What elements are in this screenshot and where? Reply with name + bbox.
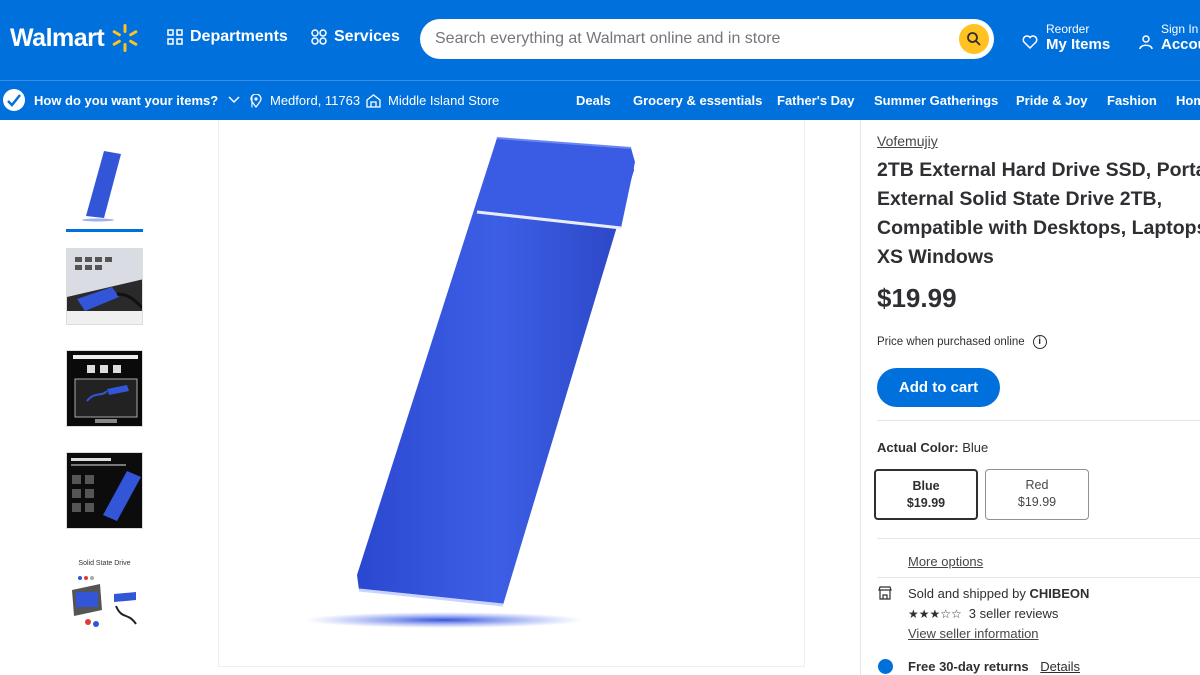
product-title-line: 2TB External Hard Drive SSD, Portable <box>877 159 1200 181</box>
metal-shell-thumbnail-image <box>67 453 142 528</box>
product-price: $19.99 <box>877 283 957 313</box>
logo-text: Walmart <box>10 23 105 52</box>
divider <box>877 577 1200 578</box>
laptop-thumbnail-image <box>67 249 142 324</box>
product-title-line: XS Windows <box>877 246 994 268</box>
seller-rating: ★★★☆☆ 3 seller reviews <box>908 606 1058 621</box>
location-pin-icon <box>250 93 262 108</box>
color-option-red[interactable]: Red $19.99 <box>985 469 1089 520</box>
nav-home[interactable]: Home <box>1176 93 1200 108</box>
brand-link[interactable]: Vofemujiy <box>877 133 938 149</box>
sign-in-account[interactable]: Sign In Account <box>1138 22 1200 53</box>
star-rating-icon: ★★★☆☆ <box>908 606 962 621</box>
seller-reviews[interactable]: 3 seller reviews <box>969 606 1059 621</box>
returns-details-link[interactable]: Details <box>1040 659 1080 674</box>
returns-text: Free 30-day returns <box>908 659 1029 674</box>
sub-navigation: How do you want your items? | Medford, 1… <box>0 80 1200 120</box>
services-button[interactable]: Services <box>311 28 400 46</box>
thumbnail-2[interactable] <box>66 248 143 325</box>
spark-icon <box>112 24 138 52</box>
product-title-line: External Solid State Drive 2TB, <box>877 188 1163 210</box>
account-label: Account <box>1161 36 1200 53</box>
actual-color-key: Actual Color: <box>877 440 959 455</box>
user-icon <box>1139 34 1153 49</box>
option-name: Blue <box>912 479 940 493</box>
sold-by-prefix: Sold and shipped by <box>908 586 1026 601</box>
actual-color-label: Actual Color: Blue <box>877 440 988 455</box>
nav-fathers-day[interactable]: Father's Day <box>777 93 855 108</box>
divider <box>877 538 1200 539</box>
location-text: Medford, 11763 <box>270 93 361 108</box>
location-selector[interactable]: Medford, 11763 <box>250 93 360 108</box>
heart-icon <box>1022 34 1038 49</box>
add-to-cart-button[interactable]: Add to cart <box>877 368 1000 407</box>
search-icon <box>967 32 981 46</box>
nav-pride-joy[interactable]: Pride & Joy <box>1016 93 1088 108</box>
departments-label: Departments <box>190 28 288 45</box>
seller-store-icon <box>878 586 892 600</box>
main-product-image[interactable] <box>218 120 805 667</box>
thumbnail-1[interactable] <box>66 146 143 232</box>
search-button[interactable] <box>959 24 989 54</box>
store-text: Middle Island Store <box>388 93 500 108</box>
info-icon[interactable]: i <box>1032 335 1047 349</box>
top-header: Walmart Departments Services Search ever… <box>0 0 1200 80</box>
store-icon <box>366 93 381 108</box>
thumbnail-gallery: Solid State Drive <box>66 146 146 656</box>
option-price: $19.99 <box>1017 495 1057 509</box>
product-title-line: Compatible with Desktops, Laptops, PC <box>877 217 1200 239</box>
color-option-blue[interactable]: Blue $19.99 <box>874 469 978 520</box>
nav-fashion[interactable]: Fashion <box>1107 93 1157 108</box>
actual-color-value: Blue <box>962 440 989 455</box>
nav-grocery[interactable]: Grocery & essentials <box>633 93 762 108</box>
walmart-logo[interactable]: Walmart <box>10 22 141 54</box>
search-bar <box>420 19 994 59</box>
my-items-label: My Items <box>1046 36 1111 53</box>
product-title: 2TB External Hard Drive SSD, Portable Ex… <box>877 156 1200 272</box>
delivery-icon <box>3 89 25 111</box>
nav-deals[interactable]: Deals <box>576 93 611 108</box>
free-returns: Free 30-day returns Details <box>908 659 1080 674</box>
thumbnail-5-caption: Solid State Drive <box>78 560 131 567</box>
reorder-label: Reorder <box>1046 22 1090 36</box>
store-selector[interactable]: Middle Island Store <box>366 93 499 108</box>
returns-icon <box>878 659 893 674</box>
divider <box>877 420 1200 421</box>
thumbnail-3[interactable] <box>66 350 143 427</box>
services-icon <box>311 29 327 45</box>
compatibility-thumbnail-image <box>67 351 142 426</box>
grid-icon <box>167 29 183 45</box>
delivery-selector[interactable]: How do you want your items? | <box>2 88 254 112</box>
reorder-my-items[interactable]: Reorder My Items <box>1022 22 1110 53</box>
price-note: Price when purchased online i <box>877 335 1047 349</box>
departments-button[interactable]: Departments <box>167 28 288 46</box>
option-name: Red <box>1025 478 1049 492</box>
services-label: Services <box>334 28 400 45</box>
thumbnail-5[interactable]: Solid State Drive <box>66 554 143 631</box>
sold-by: Sold and shipped by CHIBEON <box>908 586 1089 601</box>
ssd-product-image <box>304 137 635 628</box>
product-info-panel: Vofemujiy 2TB External Hard Drive SSD, P… <box>860 120 1200 675</box>
seller-name: CHIBEON <box>1029 586 1090 601</box>
more-options-link[interactable]: More options <box>908 554 983 569</box>
ssd-thumbnail-image <box>82 151 121 222</box>
nav-summer-gatherings[interactable]: Summer Gatherings <box>874 93 998 108</box>
option-price: $19.99 <box>906 496 946 510</box>
chevron-down-icon <box>228 96 240 104</box>
price-note-text: Price when purchased online <box>877 336 1025 348</box>
thumbnail-4[interactable] <box>66 452 143 529</box>
delivery-question: How do you want your items? <box>34 92 219 108</box>
sign-in-label: Sign In <box>1161 22 1199 36</box>
view-seller-link[interactable]: View seller information <box>908 626 1039 641</box>
search-input[interactable] <box>435 30 935 48</box>
